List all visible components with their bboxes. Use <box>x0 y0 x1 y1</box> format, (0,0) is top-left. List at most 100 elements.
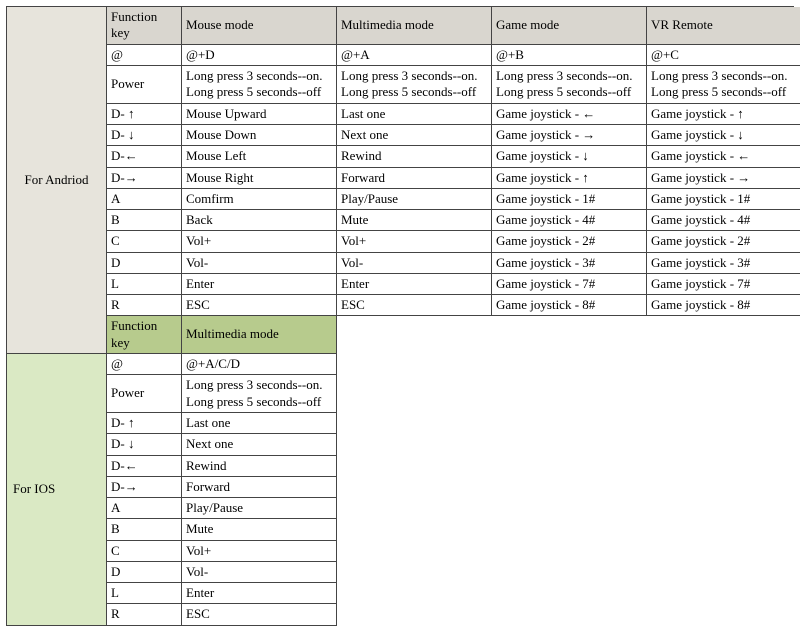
table-cell: D- ↑ <box>107 413 182 434</box>
col-header: Game mode <box>492 7 647 45</box>
empty-space <box>337 604 800 625</box>
table-cell: @ <box>107 45 182 66</box>
table-cell: Game joystick - ← <box>647 146 800 167</box>
table-cell: Mouse Upward <box>182 104 337 125</box>
empty-space <box>337 434 800 455</box>
table-cell: @ <box>107 354 182 375</box>
table-cell: Game joystick - 3# <box>647 253 800 274</box>
table-cell: C <box>107 231 182 252</box>
table-cell: Last one <box>337 104 492 125</box>
table-cell: D-← <box>107 456 182 477</box>
empty-space <box>337 456 800 477</box>
table-cell: @+D <box>182 45 337 66</box>
empty-space <box>337 354 800 375</box>
table-cell: Last one <box>182 413 337 434</box>
table-cell: D <box>107 253 182 274</box>
col-header: VR Remote <box>647 7 800 45</box>
table-cell: D- ↑ <box>107 104 182 125</box>
table-cell: ESC <box>182 295 337 316</box>
table-cell: Vol- <box>182 562 337 583</box>
table-cell: Vol+ <box>337 231 492 252</box>
table-cell: B <box>107 210 182 231</box>
table-cell: Enter <box>337 274 492 295</box>
table-cell: B <box>107 519 182 540</box>
table-cell: Mute <box>182 519 337 540</box>
table-cell: Mouse Left <box>182 146 337 167</box>
table-cell: R <box>107 295 182 316</box>
table-cell: Mouse Right <box>182 168 337 189</box>
table-cell: ESC <box>182 604 337 625</box>
table-cell: Rewind <box>337 146 492 167</box>
table-cell: D <box>107 562 182 583</box>
empty-space <box>337 562 800 583</box>
col-header: Multimedia mode <box>337 7 492 45</box>
table-cell: D-← <box>107 146 182 167</box>
table-cell: Game joystick - → <box>647 168 800 189</box>
table-cell: D-→ <box>107 477 182 498</box>
table-cell: Game joystick - ↓ <box>492 146 647 167</box>
table-cell: Vol- <box>182 253 337 274</box>
table-cell: @+C <box>647 45 800 66</box>
table-cell: Game joystick - 8# <box>492 295 647 316</box>
table-cell: Game joystick - ← <box>492 104 647 125</box>
col-header: Function key <box>107 316 182 354</box>
table-cell: Game joystick - ↓ <box>647 125 800 146</box>
table-cell: Game joystick - 8# <box>647 295 800 316</box>
empty-space <box>337 519 800 540</box>
table-cell: Mouse Down <box>182 125 337 146</box>
empty-space <box>337 375 800 413</box>
table-cell: Game joystick - ↑ <box>492 168 647 189</box>
table-cell: Game joystick - 3# <box>492 253 647 274</box>
table-cell: Forward <box>337 168 492 189</box>
table-cell: Rewind <box>182 456 337 477</box>
table-cell: Game joystick - 7# <box>492 274 647 295</box>
table-cell: A <box>107 189 182 210</box>
table-cell: Comfirm <box>182 189 337 210</box>
table-cell: ESC <box>337 295 492 316</box>
table-cell: Long press 3 seconds--on. Long press 5 s… <box>492 66 647 104</box>
table-cell: Long press 3 seconds--on. Long press 5 s… <box>647 66 800 104</box>
table-cell: Game joystick - → <box>492 125 647 146</box>
table-cell: Game joystick - 7# <box>647 274 800 295</box>
table-cell: R <box>107 604 182 625</box>
empty-space <box>337 316 800 354</box>
table-cell: Game joystick - 2# <box>647 231 800 252</box>
table-cell: Power <box>107 66 182 104</box>
table-cell: Long press 3 seconds--on. Long press 5 s… <box>182 66 337 104</box>
table-cell: D- ↓ <box>107 125 182 146</box>
table-cell: Game joystick - 1# <box>492 189 647 210</box>
section-label-ios: For IOS <box>7 354 107 626</box>
table-cell: Mute <box>337 210 492 231</box>
table-cell: L <box>107 583 182 604</box>
table-cell: Next one <box>182 434 337 455</box>
table-cell: Enter <box>182 274 337 295</box>
empty-space <box>337 413 800 434</box>
table-cell: Vol+ <box>182 541 337 562</box>
table-cell: Long press 3 seconds--on. Long press 5 s… <box>182 375 337 413</box>
table-cell: Power <box>107 375 182 413</box>
table-cell: Game joystick - ↑ <box>647 104 800 125</box>
table-cell: Long press 3 seconds--on. Long press 5 s… <box>337 66 492 104</box>
empty-space <box>337 583 800 604</box>
col-header: Multimedia mode <box>182 316 337 354</box>
table-cell: D-→ <box>107 168 182 189</box>
table-cell: Game joystick - 4# <box>492 210 647 231</box>
table-cell: L <box>107 274 182 295</box>
table-cell: Vol+ <box>182 231 337 252</box>
col-header: Mouse mode <box>182 7 337 45</box>
table-cell: Game joystick - 1# <box>647 189 800 210</box>
table-cell: A <box>107 498 182 519</box>
table-cell: Play/Pause <box>182 498 337 519</box>
table-cell: Vol- <box>337 253 492 274</box>
empty-space <box>337 477 800 498</box>
table-cell: Forward <box>182 477 337 498</box>
table-cell: Game joystick - 2# <box>492 231 647 252</box>
table-cell: Enter <box>182 583 337 604</box>
table-cell: C <box>107 541 182 562</box>
empty-space <box>337 498 800 519</box>
table-cell: D- ↓ <box>107 434 182 455</box>
table-cell: Game joystick - 4# <box>647 210 800 231</box>
table-cell: Play/Pause <box>337 189 492 210</box>
table-cell: @+A/C/D <box>182 354 337 375</box>
table-cell: Next one <box>337 125 492 146</box>
